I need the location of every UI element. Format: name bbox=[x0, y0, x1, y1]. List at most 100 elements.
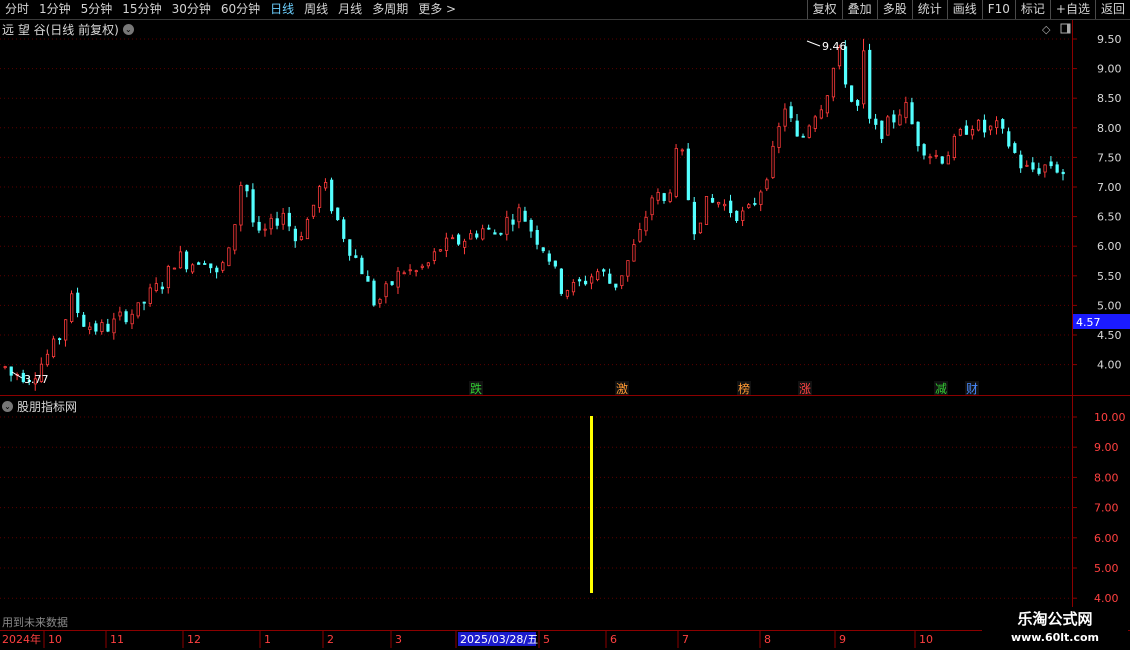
price-tick-label: 7.50 bbox=[1097, 151, 1122, 164]
candle bbox=[626, 260, 630, 282]
candle bbox=[408, 264, 412, 275]
candle bbox=[1001, 118, 1005, 134]
candle bbox=[970, 125, 975, 140]
timeline-month: 2 bbox=[327, 633, 334, 646]
candle bbox=[64, 319, 68, 347]
candle bbox=[874, 113, 878, 130]
indicator-tick-label: 7.00 bbox=[1094, 502, 1119, 515]
candle bbox=[523, 206, 527, 222]
candle bbox=[656, 188, 660, 205]
candle bbox=[293, 225, 297, 248]
candle bbox=[390, 281, 394, 287]
signal-text: 榜 bbox=[738, 381, 750, 396]
candle bbox=[505, 210, 509, 241]
candle bbox=[263, 223, 267, 237]
candle bbox=[197, 261, 201, 265]
indicator-axis: 10.00 9.00 8.00 7.00 6.00 5.00 4.00 bbox=[1072, 411, 1126, 605]
timeline-year: 2024年 bbox=[2, 632, 41, 646]
candle bbox=[868, 43, 872, 124]
candle bbox=[880, 120, 884, 144]
candle bbox=[317, 184, 322, 213]
candle bbox=[287, 207, 291, 232]
candle bbox=[203, 260, 207, 265]
chevron-down-icon[interactable]: ⌄ bbox=[122, 23, 134, 35]
candle bbox=[632, 239, 636, 262]
candle bbox=[106, 318, 110, 333]
candle bbox=[124, 309, 128, 325]
candle bbox=[976, 119, 981, 132]
candle bbox=[674, 144, 678, 199]
kline-chart[interactable]: 9.50 9.00 8.50 8.00 7.50 7.00 6.50 6.00 5.50 5.00… bbox=[0, 0, 1130, 650]
candle bbox=[662, 192, 666, 204]
candle bbox=[299, 231, 304, 241]
candle bbox=[51, 335, 56, 359]
candle bbox=[747, 203, 751, 209]
candle bbox=[741, 206, 745, 227]
candle bbox=[148, 283, 152, 307]
candle bbox=[426, 261, 431, 269]
candle bbox=[420, 263, 424, 270]
candle bbox=[1037, 162, 1041, 176]
candle bbox=[330, 177, 334, 214]
timeline-border bbox=[0, 630, 1130, 631]
candle bbox=[221, 260, 225, 273]
candle bbox=[831, 67, 836, 102]
candle bbox=[596, 268, 600, 282]
candle bbox=[239, 181, 243, 232]
pane-divider bbox=[0, 395, 1130, 396]
candle bbox=[396, 267, 400, 294]
candle bbox=[481, 224, 485, 241]
candle bbox=[88, 322, 92, 335]
candle bbox=[928, 153, 932, 165]
candle bbox=[946, 151, 950, 165]
candle bbox=[801, 133, 805, 138]
candle bbox=[70, 290, 74, 324]
candle bbox=[553, 260, 557, 269]
candle bbox=[995, 116, 999, 135]
timeline-month: 11 bbox=[110, 633, 124, 646]
candle bbox=[184, 249, 189, 273]
price-tick-label: 4.00 bbox=[1097, 359, 1122, 372]
candle bbox=[571, 279, 576, 296]
indicator-tick-label: 4.00 bbox=[1094, 592, 1119, 605]
signal-text: 涨 bbox=[799, 381, 811, 396]
candle bbox=[886, 115, 890, 136]
candle bbox=[934, 149, 938, 159]
candle bbox=[680, 148, 684, 156]
timeline-month: 10 bbox=[919, 633, 933, 646]
timeline-month: 1 bbox=[264, 633, 271, 646]
indicator-signal-bar bbox=[590, 416, 593, 593]
candle bbox=[487, 224, 491, 230]
candle bbox=[565, 289, 570, 300]
indicator-title-row: ⌄ 股朋指标网 bbox=[2, 398, 77, 414]
candle bbox=[1043, 164, 1047, 178]
chevron-down-icon[interactable]: ⌄ bbox=[2, 400, 13, 412]
candle bbox=[82, 311, 86, 328]
candle bbox=[517, 203, 521, 229]
timeline-month: 7 bbox=[682, 633, 689, 646]
candle bbox=[989, 125, 993, 136]
signal-marker: 涨 bbox=[798, 381, 812, 396]
watermark-url: www.60lt.com bbox=[1010, 631, 1100, 644]
candle bbox=[499, 232, 503, 236]
candle bbox=[384, 281, 388, 304]
price-tick-label: 5.00 bbox=[1097, 299, 1122, 312]
indicator-grid bbox=[0, 416, 1072, 599]
candle bbox=[432, 248, 437, 265]
axis-border bbox=[1072, 20, 1073, 630]
timeline-month: 3 bbox=[395, 633, 402, 646]
candle bbox=[178, 245, 183, 269]
candle bbox=[602, 268, 606, 277]
candle bbox=[916, 121, 920, 152]
candle bbox=[142, 301, 146, 311]
current-price-label: 4.57 bbox=[1076, 316, 1101, 329]
candle bbox=[402, 270, 406, 275]
candle bbox=[795, 113, 799, 137]
candle bbox=[348, 239, 352, 261]
candle bbox=[372, 278, 376, 307]
high-annotation: 9.46 bbox=[806, 40, 847, 53]
candle bbox=[360, 255, 364, 275]
candle bbox=[444, 232, 449, 258]
candle bbox=[789, 101, 793, 123]
indicator-title: 股朋指标网 bbox=[17, 399, 78, 414]
